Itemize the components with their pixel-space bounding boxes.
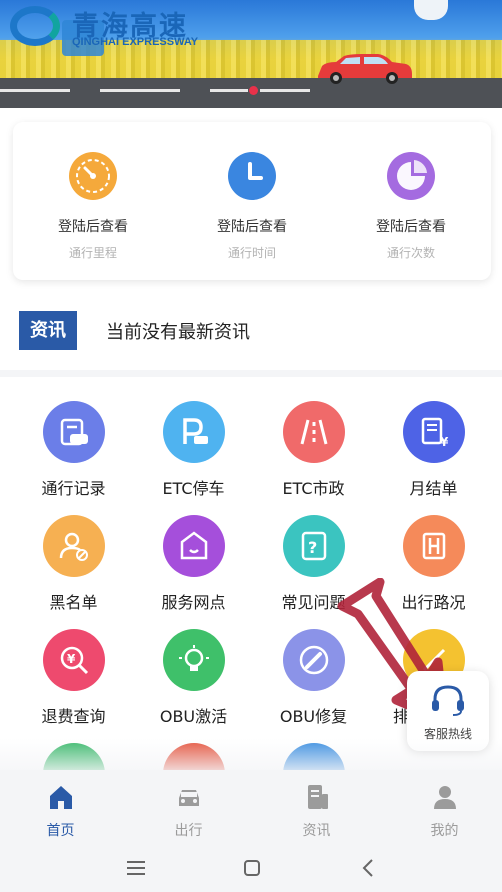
grid-item-label: ETC停车 — [162, 479, 225, 498]
stat-count[interactable]: 登陆后查看 通行次数 — [331, 152, 491, 261]
parking-icon — [162, 401, 225, 463]
bulb-icon — [162, 629, 225, 691]
stat-label: 通行里程 — [68, 246, 117, 260]
back-icon[interactable] — [353, 856, 383, 880]
svg-text:¥: ¥ — [67, 652, 76, 666]
square-home-icon[interactable] — [237, 856, 267, 880]
grid-item-label: 月结单 — [409, 479, 458, 498]
tab-mine[interactable]: 我的 — [382, 782, 502, 840]
tab-home[interactable]: 首页 — [0, 782, 123, 840]
lane-mark — [100, 89, 180, 92]
stats-card: 登陆后查看 通行里程 登陆后查看 通行时间 登陆后查看 通行次数 — [13, 122, 491, 280]
grid-item-label: 服务网点 — [161, 593, 226, 612]
speedometer-icon — [69, 152, 117, 200]
question-icon: ? — [282, 515, 345, 577]
tab-label: 出行 — [174, 823, 203, 839]
grid-item-label: ETC市政 — [282, 479, 345, 498]
tab-news[interactable]: 资讯 — [254, 782, 379, 840]
bill-icon: ¥ — [402, 401, 465, 463]
svg-text:¥: ¥ — [440, 435, 449, 449]
car-icon — [174, 782, 204, 812]
red-car-icon — [318, 54, 412, 84]
home-icon — [46, 782, 76, 812]
grid-item-passage-record[interactable]: 通行记录 — [11, 401, 136, 499]
grid-item-refund[interactable]: ¥ 退费查询 — [11, 629, 136, 727]
stat-label: 通行次数 — [386, 246, 435, 260]
news-icon — [302, 782, 332, 812]
lane-mark — [260, 89, 310, 92]
grid-item-obu-activate[interactable]: OBU激活 — [131, 629, 256, 727]
user-icon — [430, 782, 460, 812]
carousel-indicator[interactable] — [249, 86, 258, 95]
grid-item-label: 黑名单 — [49, 593, 98, 612]
lane-mark — [0, 89, 70, 92]
news-headline[interactable]: 当前没有最新资讯 — [106, 318, 250, 344]
grid-item-etc-municipal[interactable]: ETC市政 — [251, 401, 376, 499]
clock-icon — [228, 152, 276, 200]
menu-icon[interactable] — [121, 856, 151, 880]
blacklist-user-icon — [42, 515, 105, 577]
grid-item-label: 通行记录 — [41, 479, 106, 498]
grid-item-etc-parking[interactable]: ETC停车 — [131, 401, 256, 499]
stat-mileage[interactable]: 登陆后查看 通行里程 — [13, 152, 173, 261]
header-banner[interactable]: 青海高速 QINGHAI EXPRESSWAY — [0, 0, 502, 108]
road-icon — [282, 401, 345, 463]
tab-label: 资讯 — [302, 823, 331, 839]
stat-value: 登陆后查看 — [376, 219, 446, 235]
news-tag[interactable]: 资讯 — [19, 311, 77, 350]
car-record-icon — [42, 401, 105, 463]
brand-english: QINGHAI EXPRESSWAY — [72, 36, 199, 48]
system-nav-bar — [0, 844, 502, 892]
bottom-tab-bar: 首页 出行 资讯 我的 — [0, 770, 502, 844]
service-point-icon — [162, 515, 225, 577]
grid-item-blacklist[interactable]: 黑名单 — [11, 515, 136, 613]
pie-chart-icon — [387, 152, 435, 200]
grid-item-label: OBU激活 — [159, 707, 228, 726]
grid-item-service-point[interactable]: 服务网点 — [131, 515, 256, 613]
headset-icon — [407, 683, 489, 721]
svg-text:?: ? — [308, 538, 317, 557]
stat-time[interactable]: 登陆后查看 通行时间 — [172, 152, 332, 261]
tab-label: 我的 — [430, 823, 459, 839]
mascot-icon — [414, 0, 448, 20]
grid-item-monthly-bill[interactable]: ¥ 月结单 — [371, 401, 496, 499]
grid-item-label: 退费查询 — [41, 707, 106, 726]
refund-search-icon: ¥ — [42, 629, 105, 691]
stat-value: 登陆后查看 — [217, 219, 287, 235]
traffic-icon — [402, 515, 465, 577]
tab-travel[interactable]: 出行 — [126, 782, 251, 840]
lane-mark — [210, 89, 248, 92]
tab-label: 首页 — [46, 823, 75, 839]
stat-value: 登陆后查看 — [58, 219, 128, 235]
stat-label: 通行时间 — [227, 246, 276, 260]
brand-logo-icon — [10, 6, 60, 46]
